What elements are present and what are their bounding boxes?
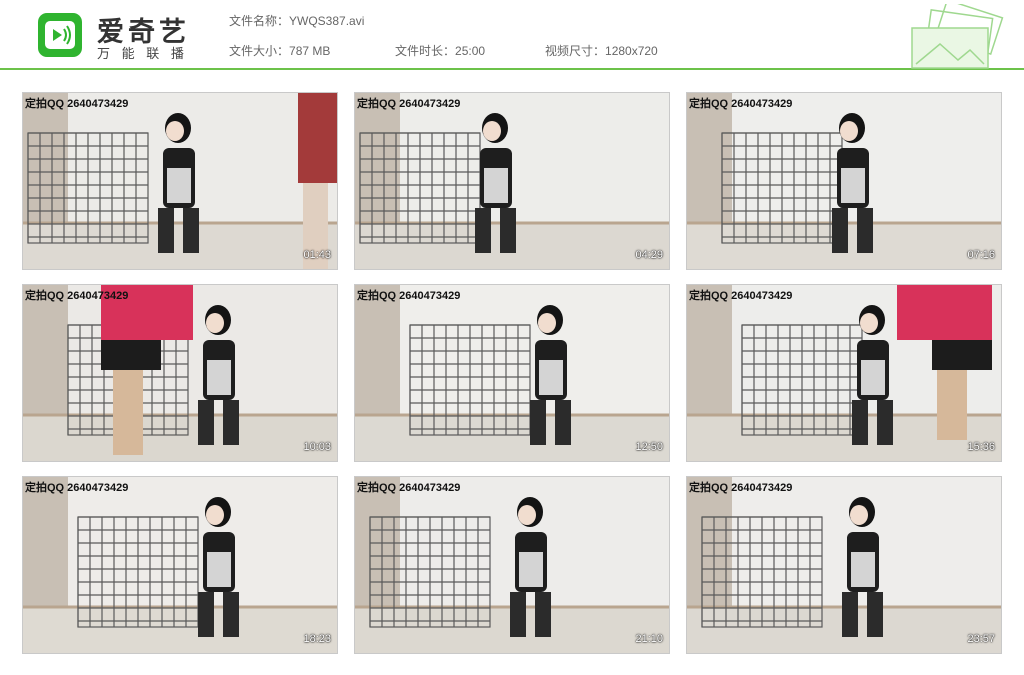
- watermark-text: 定拍QQ 2640473429: [357, 98, 461, 110]
- file-size-info: 文件大小：787 MB: [229, 42, 330, 59]
- file-name-value: YWQS387.avi: [289, 14, 365, 28]
- watermark-text: 定拍QQ 2640473429: [689, 482, 793, 494]
- video-thumbnail[interactable]: 定拍QQ 2640473429 18:23: [22, 476, 338, 654]
- photo-stack-icon: [911, 4, 1004, 69]
- video-thumbnail[interactable]: 定拍QQ 2640473429 04:29: [354, 92, 670, 270]
- watermark-text: 定拍QQ 2640473429: [357, 290, 461, 302]
- video-thumbnail[interactable]: 定拍QQ 2640473429 12:50: [354, 284, 670, 462]
- timestamp-label: 21:10: [635, 633, 663, 645]
- timestamp-label: 04:29: [635, 249, 663, 261]
- timestamp-label: 07:16: [967, 249, 995, 261]
- file-size-value: 787 MB: [289, 44, 331, 58]
- video-dims-info: 视频尺寸：1280x720: [545, 42, 658, 59]
- watermark-text: 定拍QQ 2640473429: [689, 290, 793, 302]
- video-thumbnail[interactable]: 定拍QQ 2640473429 01:43: [22, 92, 338, 270]
- file-duration-label: 文件时长：: [395, 44, 456, 58]
- video-dims-label: 视频尺寸：: [545, 44, 606, 58]
- watermark-text: 定拍QQ 2640473429: [25, 482, 129, 494]
- timestamp-label: 18:23: [303, 633, 331, 645]
- timestamp-label: 23:57: [967, 633, 995, 645]
- watermark-text: 定拍QQ 2640473429: [25, 290, 129, 302]
- timestamp-label: 10:03: [303, 441, 331, 453]
- file-duration-info: 文件时长：25:00: [395, 42, 485, 59]
- video-thumbnail[interactable]: 定拍QQ 2640473429 10:03: [22, 284, 338, 462]
- file-duration-value: 25:00: [455, 44, 486, 58]
- watermark-text: 定拍QQ 2640473429: [689, 98, 793, 110]
- file-name-info: 文件名称：YWQS387.avi: [229, 12, 364, 29]
- timestamp-label: 01:43: [303, 249, 331, 261]
- header: 爱奇艺 万 能 联 播 文件名称：YWQS387.avi 文件大小：787 MB…: [0, 0, 1024, 70]
- file-size-label: 文件大小：: [229, 44, 290, 58]
- watermark-text: 定拍QQ 2640473429: [25, 98, 129, 110]
- video-thumbnail[interactable]: 定拍QQ 2640473429 21:10: [354, 476, 670, 654]
- brand-tagline: 万 能 联 播: [97, 46, 188, 61]
- iqiyi-logo-icon: [38, 13, 82, 57]
- video-thumbnail[interactable]: 定拍QQ 2640473429 15:36: [686, 284, 1002, 462]
- timestamp-label: 12:50: [635, 441, 663, 453]
- video-thumbnail[interactable]: 定拍QQ 2640473429 07:16: [686, 92, 1002, 270]
- file-name-label: 文件名称：: [229, 14, 290, 28]
- watermark-text: 定拍QQ 2640473429: [357, 482, 461, 494]
- timestamp-label: 15:36: [967, 441, 995, 453]
- video-thumbnail[interactable]: 定拍QQ 2640473429 23:57: [686, 476, 1002, 654]
- video-dims-value: 1280x720: [605, 44, 658, 58]
